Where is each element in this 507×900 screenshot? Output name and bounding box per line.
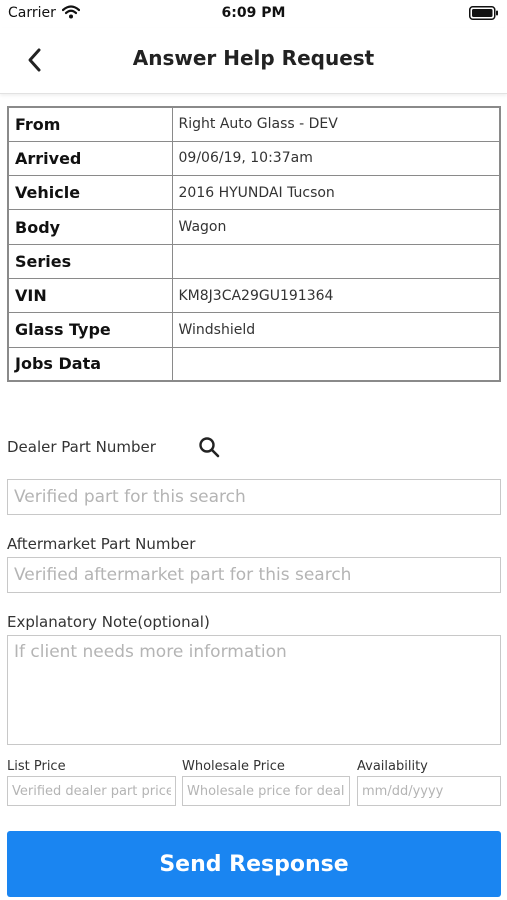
row-value: 09/06/19, 10:37am <box>171 140 501 177</box>
row-key: Vehicle <box>7 175 173 211</box>
search-icon[interactable] <box>198 436 220 458</box>
wholesale-price-input[interactable] <box>182 776 350 806</box>
table-row: Body Wagon <box>7 209 501 245</box>
dealer-part-label: Dealer Part Number <box>7 438 156 456</box>
status-bar: Carrier 6:09 PM <box>0 0 507 28</box>
aftermarket-part-label: Aftermarket Part Number <box>7 535 196 553</box>
availability-input[interactable] <box>357 776 501 806</box>
row-key: Body <box>7 209 173 245</box>
note-label: Explanatory Note(optional) <box>7 613 210 631</box>
aftermarket-part-input[interactable] <box>7 557 501 593</box>
row-value <box>171 346 501 382</box>
table-row: VIN KM8J3CA29GU191364 <box>7 277 501 314</box>
row-key: Arrived <box>7 140 173 177</box>
table-row: Arrived 09/06/19, 10:37am <box>7 140 501 177</box>
row-key: Series <box>7 243 173 279</box>
table-row: Vehicle 2016 HYUNDAI Tucson <box>7 175 501 211</box>
explanatory-note-input[interactable] <box>7 635 501 745</box>
wholesale-price-label: Wholesale Price <box>182 759 285 774</box>
row-key: VIN <box>7 277 173 314</box>
row-value: Right Auto Glass - DEV <box>171 106 501 142</box>
row-value <box>171 243 501 279</box>
send-response-button[interactable]: Send Response <box>7 831 501 897</box>
row-value: Wagon <box>171 209 501 245</box>
availability-label: Availability <box>357 759 428 774</box>
row-value: 2016 HYUNDAI Tucson <box>171 175 501 211</box>
row-key: Glass Type <box>7 312 173 348</box>
table-row: From Right Auto Glass - DEV <box>7 106 501 142</box>
list-price-label: List Price <box>7 759 66 774</box>
nav-bar: Answer Help Request <box>0 28 507 94</box>
page-title: Answer Help Request <box>132 46 375 70</box>
table-row: Glass Type Windshield <box>7 312 501 348</box>
table-row: Jobs Data <box>7 346 501 382</box>
battery-icon <box>469 6 498 20</box>
row-value: KM8J3CA29GU191364 <box>171 277 501 314</box>
list-price-input[interactable] <box>7 776 176 806</box>
row-key: From <box>7 106 173 142</box>
row-value: Windshield <box>171 312 501 348</box>
status-time: 6:09 PM <box>221 5 286 21</box>
request-info-table: From Right Auto Glass - DEV Arrived 09/0… <box>7 106 501 383</box>
row-key: Jobs Data <box>7 346 173 382</box>
table-row: Series <box>7 243 501 279</box>
dealer-part-input[interactable] <box>7 479 501 515</box>
